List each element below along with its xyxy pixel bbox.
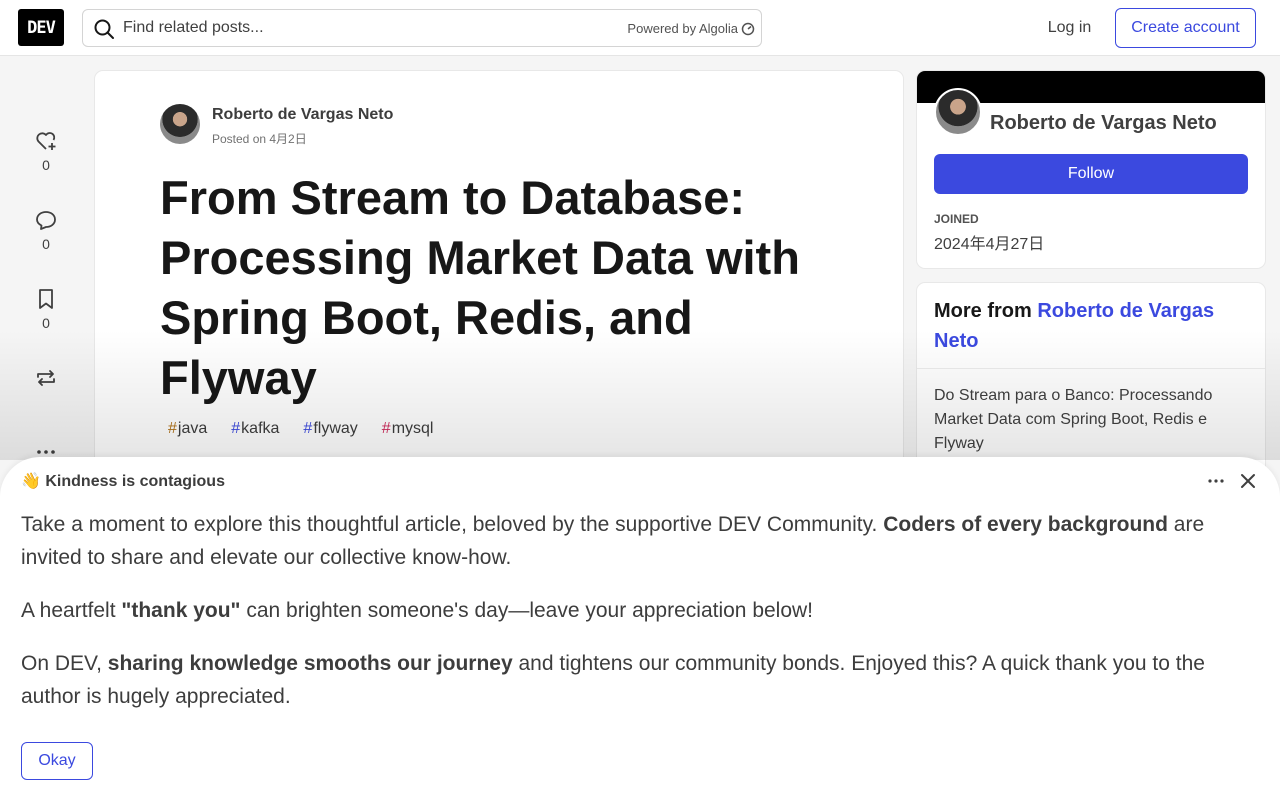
- sidebar-author-name[interactable]: Roberto de Vargas Neto: [990, 112, 1217, 135]
- bookmark-icon: [39, 289, 53, 309]
- close-icon[interactable]: [1236, 469, 1260, 493]
- like-count: 0: [42, 157, 50, 173]
- search-icon: [94, 19, 114, 39]
- follow-button[interactable]: Follow: [934, 154, 1248, 194]
- more-from-post-link[interactable]: Do Stream para o Banco: Processando Mark…: [934, 384, 1234, 456]
- tag-hash: #: [303, 420, 313, 437]
- bookmark-count: 0: [42, 315, 50, 331]
- search-input[interactable]: [123, 10, 603, 46]
- modal-paragraph-1: Take a moment to explore this thoughtful…: [21, 508, 1246, 574]
- modal-more-icon[interactable]: [1204, 470, 1228, 492]
- joined-date: 2024年4月27日: [934, 236, 1045, 253]
- like-button[interactable]: 0: [26, 129, 66, 173]
- more-from-heading: More from Roberto de Vargas Neto: [934, 296, 1254, 356]
- tag-label: flyway: [313, 420, 358, 437]
- top-header: DEV Powered by Algolia Log in Create acc…: [0, 0, 1280, 56]
- wave-emoji-icon: 👋: [21, 473, 41, 490]
- bookmark-button[interactable]: 0: [26, 287, 66, 331]
- p2-text-a: A heartfelt: [21, 599, 122, 622]
- comment-count: 0: [42, 236, 50, 252]
- p2-text-c: can brighten someone's day—leave your ap…: [240, 599, 814, 622]
- author-avatar[interactable]: [160, 104, 200, 144]
- tag-hash: #: [168, 420, 177, 437]
- algolia-icon: [741, 22, 755, 35]
- comment-icon: [36, 211, 56, 230]
- okay-button[interactable]: Okay: [21, 742, 93, 780]
- tag-hash: #: [381, 420, 391, 437]
- modal-title: 👋 Kindness is contagious: [21, 471, 225, 491]
- tag-hash: #: [231, 420, 241, 437]
- login-link[interactable]: Log in: [1036, 9, 1103, 47]
- more-from-prefix: More from: [934, 300, 1032, 322]
- p1-text-a: Take a moment to explore this thoughtful…: [21, 513, 884, 536]
- modal-title-text: Kindness is contagious: [45, 473, 225, 490]
- comment-button[interactable]: 0: [26, 208, 66, 252]
- p3-text-a: On DEV,: [21, 652, 108, 675]
- tag-java[interactable]: #java: [160, 420, 215, 438]
- search-box[interactable]: Powered by Algolia: [82, 9, 762, 47]
- sidebar-author-avatar[interactable]: [934, 88, 982, 136]
- article-title: From Stream to Database: Processing Mark…: [160, 171, 800, 404]
- tag-label: java: [177, 420, 208, 437]
- divider: [917, 368, 1265, 369]
- heart-plus-icon: [36, 132, 56, 150]
- p1-text-bold: Coders of every background: [883, 513, 1168, 536]
- author-name[interactable]: Roberto de Vargas Neto: [212, 106, 393, 124]
- repost-icon: [37, 370, 55, 386]
- p3-text-bold: sharing knowledge smooths our journey: [107, 652, 513, 675]
- p2-text-bold: "thank you": [121, 599, 241, 622]
- powered-by-label: Powered by Algolia: [627, 21, 738, 36]
- share-button[interactable]: [26, 366, 66, 390]
- tag-flyway[interactable]: #flyway: [295, 420, 365, 438]
- tag-label: mysql: [391, 420, 434, 437]
- tag-kafka[interactable]: #kafka: [223, 420, 287, 438]
- tag-mysql[interactable]: #mysql: [374, 420, 442, 438]
- algolia-credit[interactable]: Powered by Algolia: [627, 21, 755, 36]
- dev-logo[interactable]: DEV: [18, 9, 64, 46]
- modal-paragraph-2: A heartfelt "thank you" can brighten som…: [21, 594, 1246, 627]
- modal-paragraph-3: On DEV, sharing knowledge smooths our jo…: [21, 647, 1246, 713]
- joined-label: JOINED: [934, 212, 979, 226]
- create-account-button[interactable]: Create account: [1115, 8, 1256, 48]
- post-date: Posted on 4月2日: [212, 132, 307, 146]
- tag-list: #java #kafka #flyway #mysql: [160, 420, 441, 438]
- tag-label: kafka: [241, 420, 280, 437]
